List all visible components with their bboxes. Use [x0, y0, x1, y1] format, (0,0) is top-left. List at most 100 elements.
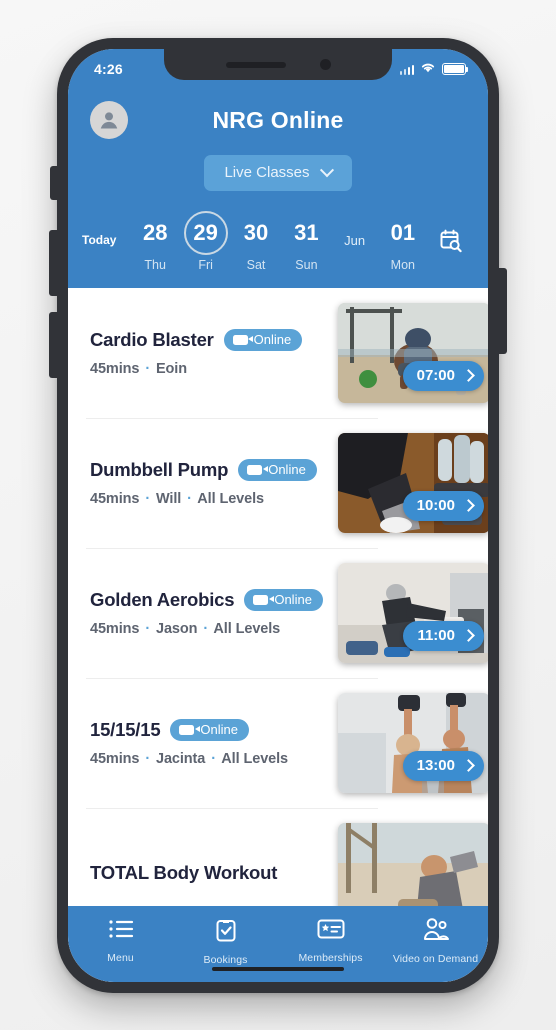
- class-thumbnail-wrap[interactable]: 10:00: [338, 433, 488, 533]
- membership-card-icon: [317, 918, 345, 945]
- tab-label: Memberships: [298, 952, 363, 964]
- wifi-icon: [420, 60, 436, 78]
- chevron-right-icon: [462, 369, 475, 382]
- power-button[interactable]: [497, 268, 507, 354]
- filter-label: Live Classes: [224, 164, 310, 181]
- status-bar-time: 4:26: [94, 61, 123, 77]
- class-thumbnail-wrap[interactable]: 13:00: [338, 693, 488, 793]
- filter-row: Live Classes: [68, 147, 488, 207]
- tab-bookings[interactable]: Bookings: [173, 918, 278, 966]
- online-badge: Online: [170, 719, 249, 741]
- class-meta: 45mins · Will · All Levels: [90, 491, 264, 507]
- date-cell-01[interactable]: 01 Mon: [378, 211, 428, 272]
- month-divider-label: Jun: [344, 233, 366, 248]
- phone-device-frame: 4:26 NRG Online Live Classes Today 28 Th…: [49, 38, 507, 993]
- class-info: Dumbbell Pump Online 45mins · Will · All…: [68, 459, 338, 507]
- class-info: Golden Aerobics Online 45mins · Jason · …: [68, 589, 338, 637]
- class-time-label: 07:00: [416, 367, 455, 384]
- device-notch: [164, 49, 392, 80]
- class-info: 15/15/15 Online 45mins · Jacinta · All L…: [68, 719, 338, 767]
- class-title: TOTAL Body Workout: [90, 862, 278, 883]
- class-time-button[interactable]: 10:00: [402, 491, 484, 521]
- online-badge-label: Online: [200, 722, 238, 737]
- class-list-item[interactable]: Dumbbell Pump Online 45mins · Will · All…: [68, 418, 488, 548]
- video-camera-icon: [232, 334, 254, 345]
- class-list-item[interactable]: 15/15/15 Online 45mins · Jacinta · All L…: [68, 678, 488, 808]
- tab-label: Menu: [107, 952, 134, 964]
- class-title: Golden Aerobics: [90, 589, 235, 610]
- class-title-line: TOTAL Body Workout: [90, 862, 330, 884]
- class-title-line: 15/15/15 Online: [90, 719, 330, 741]
- home-indicator[interactable]: [212, 966, 344, 971]
- date-number: 29: [183, 211, 228, 255]
- class-time-button[interactable]: 13:00: [402, 751, 484, 781]
- date-weekday: Mon: [390, 258, 415, 272]
- online-badge-label: Online: [253, 332, 292, 347]
- status-bar-icons: [399, 60, 469, 78]
- mute-switch-button[interactable]: [50, 166, 59, 200]
- user-avatar-icon[interactable]: [90, 101, 128, 139]
- clipboard-check-icon: [214, 918, 238, 947]
- video-camera-icon: [247, 464, 268, 475]
- tab-memberships[interactable]: Memberships: [278, 918, 383, 964]
- class-time-button[interactable]: 07:00: [402, 361, 484, 391]
- class-thumbnail-wrap[interactable]: 07:00: [338, 303, 488, 403]
- list-menu-icon: [108, 918, 134, 945]
- class-info: Cardio Blaster Online 45mins · Eoin: [68, 329, 338, 377]
- tab-label: Bookings: [203, 954, 248, 966]
- date-weekday: Sat: [246, 258, 266, 272]
- chevron-right-icon: [462, 629, 475, 642]
- screenshot-stage: 4:26 NRG Online Live Classes Today 28 Th…: [0, 0, 556, 1030]
- class-title-line: Dumbbell Pump Online: [90, 459, 330, 481]
- class-list-item[interactable]: Cardio Blaster Online 45mins · Eoin 07:0…: [68, 288, 488, 418]
- chevron-right-icon: [462, 499, 475, 512]
- battery-full-icon: [442, 63, 469, 75]
- class-time-label: 13:00: [416, 757, 455, 774]
- video-camera-icon: [179, 724, 200, 735]
- class-list-item[interactable]: Golden Aerobics Online 45mins · Jason · …: [68, 548, 488, 678]
- online-badge: Online: [223, 329, 303, 351]
- class-time-button[interactable]: 11:00: [403, 621, 484, 651]
- class-title: 15/15/15: [90, 719, 161, 740]
- date-number: 28: [142, 220, 168, 245]
- date-number: 01: [390, 220, 416, 245]
- class-title: Cardio Blaster: [90, 329, 214, 350]
- cellular-signal-icon: [399, 64, 414, 75]
- date-cell-28[interactable]: 28 Thu: [130, 211, 180, 272]
- tab-video-on-demand[interactable]: Video on Demand: [383, 918, 488, 965]
- volume-down-button[interactable]: [49, 312, 59, 378]
- earpiece-speaker-icon: [225, 61, 286, 68]
- class-time-label: 10:00: [416, 497, 455, 514]
- header-top-row: NRG Online: [68, 93, 488, 147]
- today-label: Today: [82, 233, 117, 247]
- date-cell-31[interactable]: 31 Sun: [281, 211, 331, 272]
- date-weekday: Thu: [144, 258, 166, 272]
- phone-screen: 4:26 NRG Online Live Classes Today 28 Th…: [68, 49, 488, 982]
- class-info: TOTAL Body Workout: [68, 862, 338, 884]
- people-icon: [422, 918, 450, 946]
- page-title: NRG Online: [212, 106, 344, 133]
- class-title-line: Golden Aerobics Online: [90, 589, 330, 611]
- chevron-right-icon: [462, 759, 475, 772]
- class-meta: 45mins · Jason · All Levels: [90, 621, 281, 637]
- app-header: NRG Online Live Classes Today 28 Thu 29 …: [68, 85, 488, 288]
- online-badge: Online: [244, 589, 323, 611]
- class-list: Cardio Blaster Online 45mins · Eoin 07:0…: [68, 288, 488, 982]
- date-number: 30: [243, 220, 269, 245]
- date-cell-30[interactable]: 30 Sat: [231, 211, 281, 272]
- chevron-down-icon: [319, 162, 334, 177]
- tab-label: Video on Demand: [392, 953, 479, 965]
- online-badge: Online: [238, 459, 317, 481]
- date-weekday: Fri: [198, 258, 213, 272]
- tab-menu[interactable]: Menu: [68, 918, 173, 964]
- date-selector-strip: Today 28 Thu 29 Fri 30 Sat 31 Sun Jun 01…: [68, 207, 488, 288]
- class-thumbnail-wrap[interactable]: 11:00: [338, 563, 488, 663]
- volume-up-button[interactable]: [49, 230, 59, 296]
- date-cell-29-selected[interactable]: 29 Fri: [180, 211, 230, 272]
- calendar-search-icon[interactable]: [428, 211, 474, 253]
- live-classes-filter-button[interactable]: Live Classes: [204, 155, 352, 191]
- class-title-line: Cardio Blaster Online: [90, 329, 330, 351]
- class-meta: 45mins · Jacinta · All Levels: [90, 751, 289, 767]
- date-weekday: Sun: [295, 258, 318, 272]
- front-camera-icon: [319, 59, 331, 70]
